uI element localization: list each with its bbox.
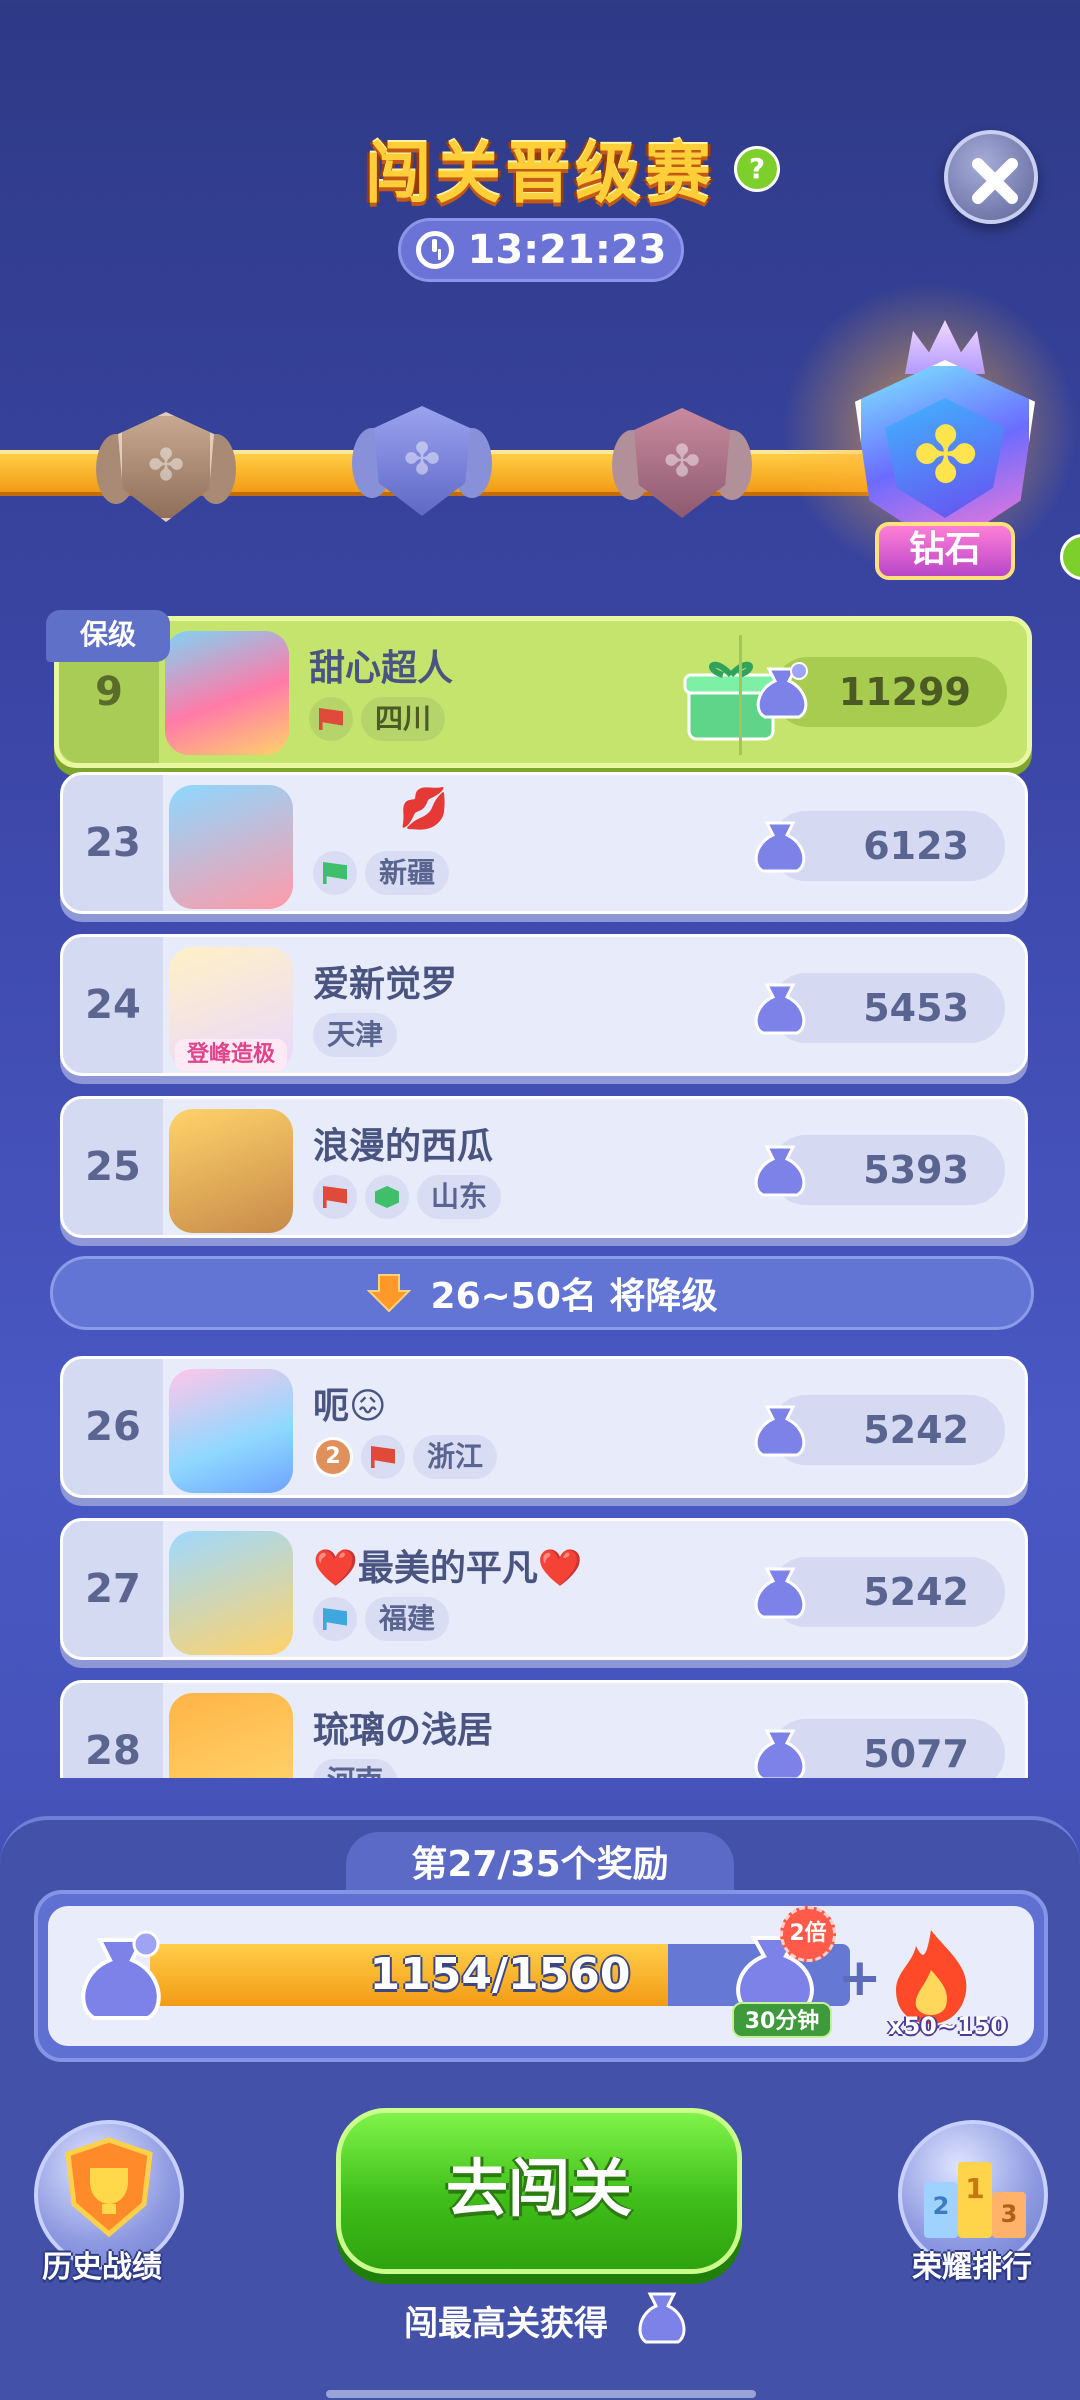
red-flag-icon bbox=[313, 1175, 357, 1219]
bag-icon bbox=[754, 821, 806, 873]
level-icon: 2 bbox=[313, 1437, 353, 1477]
progress-text: 1154/1560 bbox=[369, 1949, 631, 2000]
score-value: 5453 bbox=[863, 986, 969, 1030]
go-challenge-button[interactable]: 去闯关 bbox=[336, 2108, 742, 2274]
close-button[interactable] bbox=[944, 130, 1038, 224]
bag-icon bbox=[754, 1729, 806, 1778]
player-name: 浪漫的西瓜 bbox=[313, 1126, 494, 1167]
rank-number: 26 bbox=[63, 1359, 163, 1495]
score-pill: 5242 bbox=[754, 1557, 1005, 1627]
help-icon[interactable]: ? bbox=[734, 146, 780, 192]
podium-icon: 1 2 3 bbox=[924, 2162, 1026, 2238]
lips-icon: 💋 bbox=[399, 786, 449, 832]
score-pill: 5393 bbox=[754, 1135, 1005, 1205]
red-flag-icon bbox=[361, 1435, 405, 1479]
rank-number: 25 bbox=[63, 1099, 163, 1235]
region-tag: 河南 bbox=[313, 1759, 398, 1778]
score-pill: 6123 bbox=[754, 811, 1005, 881]
list-item[interactable]: 28 琉璃の浅居 河南 5077 bbox=[60, 1680, 1028, 1778]
score-value: 5242 bbox=[863, 1408, 969, 1452]
avatar[interactable] bbox=[169, 1693, 293, 1778]
avatar[interactable] bbox=[169, 1109, 293, 1233]
region-tag: 天津 bbox=[313, 1013, 398, 1057]
bag-icon bbox=[754, 983, 806, 1035]
score-value: 5077 bbox=[863, 1732, 969, 1776]
fire-amount: x50~150 bbox=[888, 2012, 1008, 2040]
list-item[interactable]: 23 💋 新疆 6123 bbox=[60, 772, 1028, 914]
clock-icon bbox=[415, 231, 454, 269]
trophy-shield-icon bbox=[65, 2137, 153, 2238]
svg-text:1: 1 bbox=[965, 2172, 984, 2205]
avatar[interactable] bbox=[169, 1369, 293, 1493]
reward-title: 第27/35个奖励 bbox=[346, 1832, 734, 1898]
bronze-tier-badge-icon: ✤ bbox=[96, 404, 236, 530]
list-item[interactable]: 24 登峰造极 爱新觉罗 天津 5453 bbox=[60, 934, 1028, 1076]
region-tag: 福建 bbox=[365, 1597, 450, 1641]
blue-flag-icon bbox=[313, 1597, 357, 1641]
diamond-tier-badge-icon: ✤ 钻石 bbox=[810, 320, 1080, 600]
svg-text:3: 3 bbox=[1001, 2200, 1018, 2228]
bag-icon bbox=[81, 1930, 161, 2020]
leaderboard-list[interactable]: 23 💋 新疆 6123 24 登峰造极 爱新觉罗 天津 5453 25 浪漫的… bbox=[0, 600, 1080, 1778]
silver-tier-badge-icon: ✤ bbox=[352, 398, 492, 524]
rank-number: 27 bbox=[63, 1521, 163, 1657]
timer-text: 13:21:23 bbox=[467, 227, 667, 273]
avatar-caption: 登峰造极 bbox=[175, 1039, 287, 1071]
score-value: 5242 bbox=[863, 1570, 969, 1614]
close-icon bbox=[972, 158, 1018, 204]
honor-ranking-label: 荣耀排行 bbox=[912, 2250, 1032, 2285]
keep-level-tag: 保级 bbox=[46, 610, 170, 662]
svg-text:2: 2 bbox=[933, 2192, 950, 2220]
region-tag: 新疆 bbox=[365, 851, 450, 895]
score-value: 6123 bbox=[863, 824, 969, 868]
rank-number: 28 bbox=[63, 1683, 163, 1778]
hint-text: 闯最高关获得 bbox=[404, 2304, 608, 2344]
arrow-down-icon bbox=[366, 1274, 411, 1313]
score-pill: 5077 bbox=[754, 1719, 1005, 1778]
rank-number: 23 bbox=[63, 775, 163, 911]
double-badge: 2倍 bbox=[780, 1906, 836, 1962]
avatar[interactable] bbox=[169, 1531, 293, 1655]
green-flag-icon bbox=[313, 851, 357, 895]
bag-icon bbox=[754, 1567, 806, 1619]
bag-icon bbox=[754, 1145, 806, 1197]
tier-label: 钻石 bbox=[875, 522, 1015, 580]
region-tag: 山东 bbox=[417, 1175, 502, 1219]
region-tag: 浙江 bbox=[413, 1435, 498, 1479]
player-name: ❤️最美的平凡❤️ bbox=[313, 1548, 583, 1589]
player-name: 琉璃の浅居 bbox=[313, 1710, 494, 1751]
list-item[interactable]: 27 ❤️最美的平凡❤️ 福建 5242 bbox=[60, 1518, 1028, 1660]
relegation-banner: 26~50名 将降级 bbox=[50, 1256, 1034, 1330]
plus-icon: + bbox=[838, 1948, 882, 2008]
list-item[interactable]: 26 呃😖 2 浙江 5242 bbox=[60, 1356, 1028, 1498]
header-title: 闯关晋级赛 bbox=[365, 135, 715, 212]
countdown-timer: 13:21:23 bbox=[398, 218, 684, 282]
home-indicator[interactable] bbox=[326, 2390, 756, 2398]
fire-icon bbox=[896, 1930, 967, 2024]
history-label: 历史战绩 bbox=[42, 2250, 162, 2285]
score-pill: 5242 bbox=[754, 1395, 1005, 1465]
bag-icon bbox=[638, 2292, 686, 2344]
player-name: 呃😖 bbox=[313, 1386, 387, 1427]
avatar[interactable]: 登峰造极 bbox=[169, 947, 293, 1071]
green-badge-icon bbox=[365, 1175, 409, 1219]
player-name: 爱新觉罗 bbox=[313, 964, 458, 1005]
rank-number: 24 bbox=[63, 937, 163, 1073]
duration-label: 30分钟 bbox=[732, 2002, 832, 2038]
list-item[interactable]: 25 浪漫的西瓜 山东 5393 bbox=[60, 1096, 1028, 1238]
score-pill: 5453 bbox=[754, 973, 1005, 1043]
score-value: 5393 bbox=[863, 1148, 969, 1192]
bag-icon bbox=[754, 1405, 806, 1457]
gold-tier-badge-icon: ✤ bbox=[612, 400, 752, 526]
avatar[interactable] bbox=[169, 785, 293, 909]
relegation-text: 26~50名 将降级 bbox=[430, 1276, 718, 1317]
